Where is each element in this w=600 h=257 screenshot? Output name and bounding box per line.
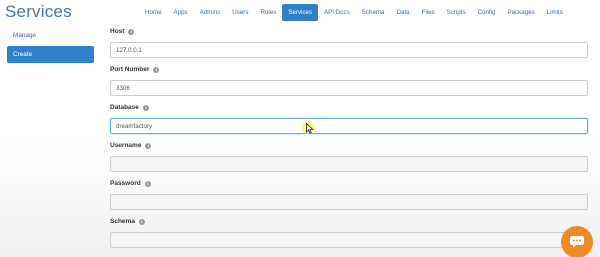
nav-item-data[interactable]: Data xyxy=(391,4,416,21)
host-input[interactable] xyxy=(110,42,588,58)
password-label-text: Password xyxy=(110,180,141,187)
page-title: Services xyxy=(5,2,72,21)
nav-item-files[interactable]: Files xyxy=(416,4,441,21)
app-window: Services Home Apps Admins Users Roles Se… xyxy=(0,0,600,257)
info-icon[interactable]: i xyxy=(145,142,152,149)
port-number-input[interactable] xyxy=(110,80,588,96)
password-input[interactable] xyxy=(110,194,588,210)
nav-item-packages[interactable]: Packages xyxy=(501,4,540,21)
port-number-label-text: Port Number xyxy=(110,66,150,73)
nav-item-home[interactable]: Home xyxy=(139,4,168,21)
schema-label: Schema i xyxy=(110,217,590,226)
service-form: Host i Port Number i Database i Username… xyxy=(110,27,590,248)
nav-item-api-docs[interactable]: API Docs xyxy=(318,4,356,21)
header: Services Home Apps Admins Users Roles Se… xyxy=(0,0,600,26)
sidebar-item-manage[interactable]: Manage xyxy=(7,27,94,44)
username-label: Username i xyxy=(110,141,590,150)
chat-button[interactable] xyxy=(561,226,593,257)
database-input[interactable] xyxy=(110,118,588,134)
sidebar-item-create[interactable]: Create xyxy=(7,46,94,63)
nav-item-services[interactable]: Services xyxy=(282,4,318,21)
nav-item-apps[interactable]: Apps xyxy=(168,4,194,21)
nav-item-scripts[interactable]: Scripts xyxy=(441,4,472,21)
info-icon[interactable]: i xyxy=(128,28,135,35)
password-label: Password i xyxy=(110,179,590,188)
host-label-text: Host xyxy=(110,28,125,35)
info-icon[interactable]: i xyxy=(142,104,149,111)
nav-item-roles[interactable]: Roles xyxy=(254,4,282,21)
info-icon[interactable]: i xyxy=(144,180,151,187)
mouse-cursor-icon xyxy=(306,123,314,134)
schema-input[interactable] xyxy=(110,232,588,248)
sidebar: Manage Create xyxy=(7,27,94,65)
nav-item-schema[interactable]: Schema xyxy=(356,4,391,21)
nav-item-admins[interactable]: Admins xyxy=(194,4,227,21)
port-number-label: Port Number i xyxy=(110,65,590,74)
username-input[interactable] xyxy=(110,156,588,172)
username-label-text: Username xyxy=(110,142,142,149)
host-label: Host i xyxy=(110,27,590,36)
schema-label-text: Schema xyxy=(110,218,135,225)
top-nav: Home Apps Admins Users Roles Services AP… xyxy=(139,4,569,21)
nav-item-limits[interactable]: Limits xyxy=(541,4,569,21)
nav-item-users[interactable]: Users xyxy=(226,4,254,21)
chat-icon xyxy=(570,236,584,248)
nav-item-config[interactable]: Config xyxy=(472,4,502,21)
info-icon[interactable]: i xyxy=(138,218,145,225)
database-label-text: Database xyxy=(110,104,139,111)
info-icon[interactable]: i xyxy=(153,66,160,73)
database-label: Database i xyxy=(110,103,590,112)
